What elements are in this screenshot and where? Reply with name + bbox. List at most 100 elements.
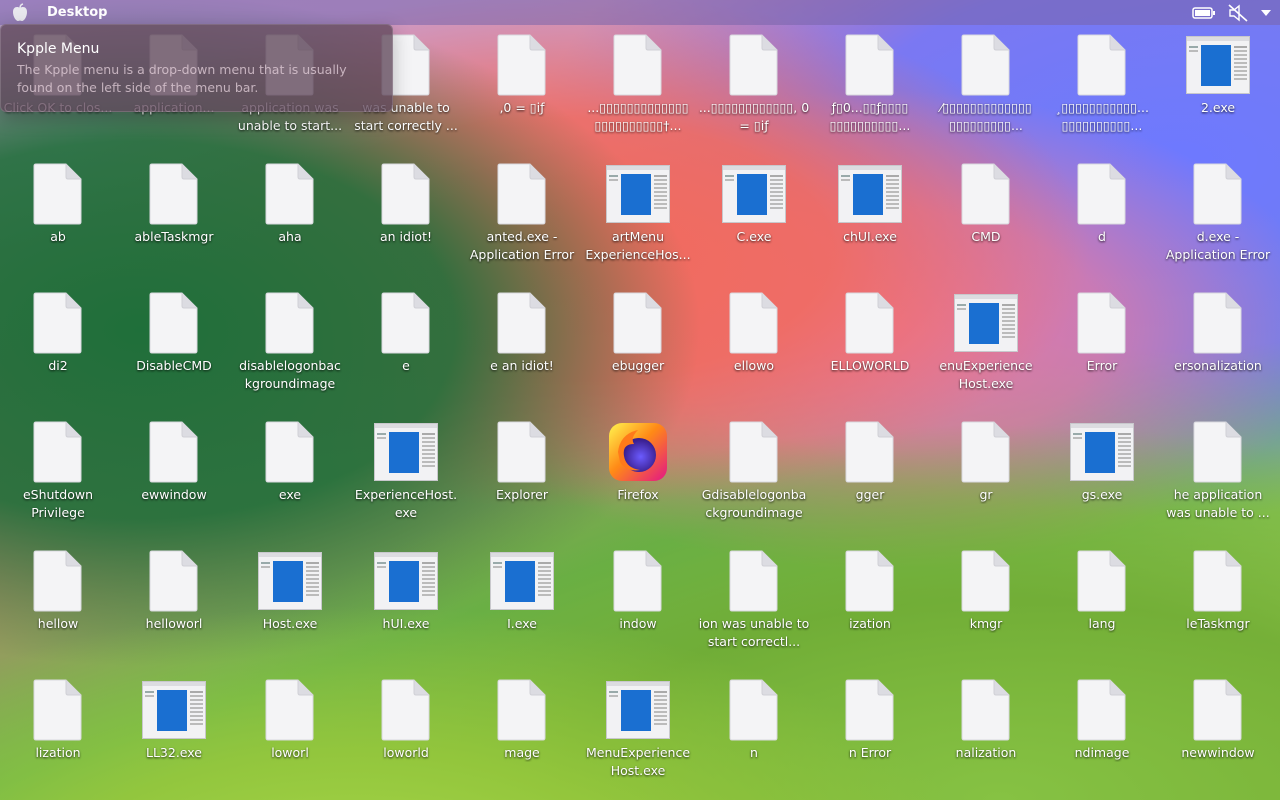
file-icon xyxy=(141,160,207,228)
desktop-item[interactable]: Error xyxy=(1044,283,1160,412)
desktop-item[interactable]: n Error xyxy=(812,670,928,799)
file-icon xyxy=(605,289,671,357)
desktop-item[interactable]: gr xyxy=(928,412,1044,541)
app-window-icon xyxy=(605,676,671,744)
desktop-item-label: ⁄▯▯▯▯▯▯▯▯▯▯▯▯▯ ▯▯▯▯▯▯▯▯▯... xyxy=(940,100,1032,133)
desktop-item[interactable]: loworl xyxy=(232,670,348,799)
desktop-item-label: ELLOWORLD xyxy=(830,358,910,373)
desktop-item[interactable]: DisableCMD xyxy=(116,283,232,412)
desktop-item[interactable]: ƒ▯0...▯▯ƒ▯▯▯▯ ▯▯▯▯▯▯▯▯▯▯... xyxy=(812,25,928,154)
desktop-item-label: CMD xyxy=(971,229,1001,244)
chevron-down-icon[interactable] xyxy=(1260,8,1272,18)
desktop-item-label: ,0 = ▯iƒ xyxy=(499,100,545,115)
desktop-item[interactable]: C.exe xyxy=(696,154,812,283)
file-icon xyxy=(25,418,91,486)
desktop-item[interactable]: indow xyxy=(580,541,696,670)
desktop-item[interactable]: eShutdown Privilege xyxy=(0,412,116,541)
file-icon xyxy=(141,418,207,486)
desktop-item[interactable]: lang xyxy=(1044,541,1160,670)
desktop-item[interactable]: ebugger xyxy=(580,283,696,412)
battery-icon[interactable] xyxy=(1192,6,1216,20)
app-window-icon xyxy=(1185,31,1251,99)
desktop-item[interactable]: ¸▯▯▯▯▯▯▯▯▯▯▯... ▯▯▯▯▯▯▯▯▯▯... xyxy=(1044,25,1160,154)
desktop-item[interactable]: Gdisablelogonba ckgroundimage xyxy=(696,412,812,541)
desktop-item[interactable]: lization xyxy=(0,670,116,799)
desktop-item[interactable]: chUI.exe xyxy=(812,154,928,283)
desktop-item[interactable]: gs.exe xyxy=(1044,412,1160,541)
desktop-item[interactable]: ,0 = ▯iƒ xyxy=(464,25,580,154)
desktop-item[interactable]: newwindow xyxy=(1160,670,1276,799)
desktop-item[interactable]: exe xyxy=(232,412,348,541)
desktop-item[interactable]: e xyxy=(348,283,464,412)
file-icon xyxy=(489,31,555,99)
desktop-item[interactable]: CMD xyxy=(928,154,1044,283)
desktop-item[interactable]: an idiot! xyxy=(348,154,464,283)
desktop-item[interactable]: helloworl xyxy=(116,541,232,670)
desktop-item[interactable]: e an idiot! xyxy=(464,283,580,412)
desktop-item[interactable]: Firefox xyxy=(580,412,696,541)
file-icon xyxy=(257,160,323,228)
desktop-item[interactable]: anted.exe - Application Error xyxy=(464,154,580,283)
desktop-item[interactable]: ellowo xyxy=(696,283,812,412)
desktop-item[interactable]: LL32.exe xyxy=(116,670,232,799)
desktop-item[interactable]: Explorer xyxy=(464,412,580,541)
desktop-item[interactable]: 2.exe xyxy=(1160,25,1276,154)
desktop-item[interactable]: he application was unable to ... xyxy=(1160,412,1276,541)
desktop-item-label: gr xyxy=(979,487,993,502)
desktop-item-label: newwindow xyxy=(1181,745,1255,760)
desktop-item-label: exe xyxy=(278,487,302,502)
system-tray xyxy=(1192,0,1280,25)
desktop-item[interactable]: enuExperience Host.exe xyxy=(928,283,1044,412)
desktop-item[interactable]: nalization xyxy=(928,670,1044,799)
desktop-item[interactable]: n xyxy=(696,670,812,799)
desktop-item[interactable]: ndimage xyxy=(1044,670,1160,799)
file-icon xyxy=(257,418,323,486)
desktop-item[interactable]: hUI.exe xyxy=(348,541,464,670)
desktop-item[interactable]: artMenu ExperienceHos... xyxy=(580,154,696,283)
desktop-item[interactable]: ewwindow xyxy=(116,412,232,541)
firefox-icon xyxy=(605,418,671,486)
file-icon xyxy=(141,547,207,615)
desktop-item-label: 2.exe xyxy=(1200,100,1236,115)
desktop-item[interactable]: mage xyxy=(464,670,580,799)
desktop-item[interactable]: d.exe - Application Error xyxy=(1160,154,1276,283)
desktop-item[interactable]: I.exe xyxy=(464,541,580,670)
desktop-item-label: artMenu ExperienceHos... xyxy=(585,229,691,262)
desktop-item[interactable]: leTaskmgr xyxy=(1160,541,1276,670)
desktop-item[interactable]: ⁄▯▯▯▯▯▯▯▯▯▯▯▯▯ ▯▯▯▯▯▯▯▯▯... xyxy=(928,25,1044,154)
desktop-item[interactable]: ab xyxy=(0,154,116,283)
file-icon xyxy=(953,547,1019,615)
desktop-item-label: indow xyxy=(619,616,657,631)
file-icon xyxy=(25,160,91,228)
desktop-item[interactable]: d xyxy=(1044,154,1160,283)
file-icon xyxy=(1185,289,1251,357)
kpple-logo-icon[interactable] xyxy=(10,2,30,23)
desktop-item[interactable]: kmgr xyxy=(928,541,1044,670)
desktop-item[interactable]: gger xyxy=(812,412,928,541)
desktop-item[interactable]: MenuExperience Host.exe xyxy=(580,670,696,799)
desktop-item[interactable]: ...▯▯▯▯▯▯▯▯▯▯▯▯▯ ▯▯▯▯▯▯▯▯▯▯†... xyxy=(580,25,696,154)
desktop-item[interactable]: ion was unable to start correctl... xyxy=(696,541,812,670)
desktop-item[interactable]: ELLOWORLD xyxy=(812,283,928,412)
desktop-item[interactable]: ableTaskmgr xyxy=(116,154,232,283)
app-window-icon xyxy=(373,418,439,486)
file-icon xyxy=(1185,676,1251,744)
file-icon xyxy=(953,160,1019,228)
desktop-item[interactable]: ization xyxy=(812,541,928,670)
desktop-item[interactable]: aha xyxy=(232,154,348,283)
desktop-item[interactable]: disablelogonbac kgroundimage xyxy=(232,283,348,412)
desktop-item[interactable]: hellow xyxy=(0,541,116,670)
desktop-item[interactable]: di2 xyxy=(0,283,116,412)
desktop-item-label: ebugger xyxy=(611,358,665,373)
desktop-item-label: n xyxy=(750,745,758,760)
desktop-item[interactable]: loworld xyxy=(348,670,464,799)
desktop-item-label: lization xyxy=(35,745,81,760)
desktop-item-label: ewwindow xyxy=(141,487,207,502)
volume-muted-icon[interactable] xyxy=(1228,3,1248,22)
desktop-item[interactable]: ...▯▯▯▯▯▯▯▯▯▯▯▯, 0 = ▯iƒ xyxy=(696,25,812,154)
desktop-item[interactable]: ersonalization xyxy=(1160,283,1276,412)
desktop-item[interactable]: Host.exe xyxy=(232,541,348,670)
app-window-icon xyxy=(257,547,323,615)
desktop-item[interactable]: ExperienceHost. exe xyxy=(348,412,464,541)
menubar-title[interactable]: Desktop xyxy=(47,5,107,20)
